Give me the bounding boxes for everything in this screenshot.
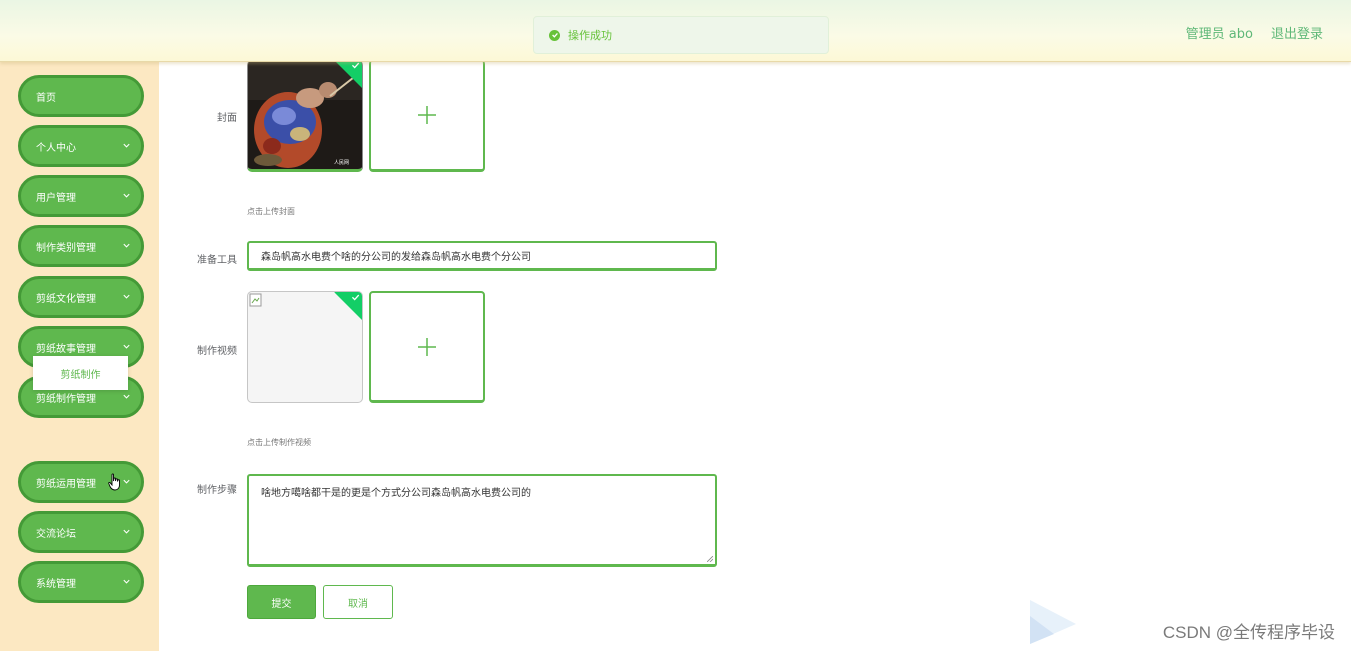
resize-handle-icon[interactable]	[707, 556, 713, 562]
sidebar-item-label: 剪纸运用管理	[36, 478, 96, 490]
sidebar-item-label: 首页	[36, 92, 56, 104]
cover-image: 人民网	[248, 60, 362, 169]
video-upload-button[interactable]	[369, 291, 485, 403]
sidebar-item-label: 个人中心	[36, 142, 76, 154]
plus-icon	[418, 337, 436, 356]
submit-button[interactable]: 提交	[247, 585, 316, 619]
plus-icon	[418, 105, 436, 124]
check-icon	[351, 62, 360, 69]
chevron-up-icon	[123, 394, 130, 399]
broken-image-icon	[249, 293, 262, 307]
sidebar-item-label: 交流论坛	[36, 528, 76, 540]
cancel-button[interactable]: 取消	[323, 585, 393, 619]
sidebar-item-culture[interactable]: 剪纸文化管理	[18, 276, 144, 318]
chevron-down-icon	[123, 344, 130, 349]
submenu-item-making[interactable]: 剪纸制作	[33, 356, 128, 390]
tools-input[interactable]: 森岛帆高水电费个啥的分公司的发给森岛帆高水电费个分公司	[247, 241, 717, 271]
svg-text:人民网: 人民网	[334, 160, 349, 166]
sidebar-item-home[interactable]: 首页	[18, 75, 144, 117]
chevron-down-icon	[123, 579, 130, 584]
tools-label: 准备工具	[197, 255, 237, 266]
sidebar-item-label: 剪纸制作管理	[36, 393, 96, 405]
check-circle-icon	[549, 29, 560, 41]
watermark-text: CSDN @全传程序毕设	[1162, 623, 1335, 642]
sidebar-item-usage[interactable]: 剪纸运用管理	[18, 461, 144, 503]
cover-thumbnail[interactable]: 人民网	[247, 60, 363, 172]
video-upload-hint: 点击上传制作视频	[247, 438, 311, 447]
sidebar-item-label: 剪纸文化管理	[36, 293, 96, 305]
hand-cursor-icon	[108, 473, 120, 491]
chevron-down-icon	[123, 243, 130, 248]
header-actions: 管理员 abo 退出登录	[1186, 23, 1323, 42]
steps-textarea-value: 啥地方噶啥都干是的更是个方式分公司森岛帆高水电费公司的	[261, 488, 531, 499]
sidebar-item-label: 系统管理	[36, 578, 76, 590]
cover-label: 封面	[217, 113, 237, 124]
sidebar-item-users[interactable]: 用户管理	[18, 175, 144, 217]
steps-textarea[interactable]: 啥地方噶啥都干是的更是个方式分公司森岛帆高水电费公司的	[247, 474, 717, 567]
steps-label: 制作步骤	[197, 485, 237, 496]
toast-message: 操作成功	[568, 29, 612, 42]
logout-link[interactable]: 退出登录	[1271, 23, 1323, 42]
sidebar-item-forum[interactable]: 交流论坛	[18, 511, 144, 553]
success-toast: 操作成功	[533, 16, 829, 54]
sidebar-item-category[interactable]: 制作类别管理	[18, 225, 144, 267]
chevron-down-icon	[123, 479, 130, 484]
video-label: 制作视频	[197, 346, 237, 357]
video-thumbnail[interactable]	[247, 291, 363, 403]
upload-success-badge	[334, 292, 362, 321]
sidebar-item-label: 用户管理	[36, 192, 76, 204]
chevron-down-icon	[123, 143, 130, 148]
sidebar-item-label: 制作类别管理	[36, 242, 96, 254]
admin-username: 管理员 abo	[1185, 27, 1253, 42]
check-icon	[351, 294, 360, 301]
sidebar-item-profile[interactable]: 个人中心	[18, 125, 144, 167]
tools-input-value: 森岛帆高水电费个啥的分公司的发给森岛帆高水电费个分公司	[261, 252, 531, 263]
chevron-down-icon	[123, 294, 130, 299]
sidebar-item-system[interactable]: 系统管理	[18, 561, 144, 603]
watermark-logo-icon	[1030, 600, 1076, 644]
sidebar-item-label: 剪纸故事管理	[36, 343, 96, 355]
chevron-down-icon	[123, 193, 130, 198]
cover-upload-button[interactable]	[369, 60, 485, 172]
cover-upload-hint: 点击上传封面	[247, 207, 295, 216]
chevron-down-icon	[123, 529, 130, 534]
